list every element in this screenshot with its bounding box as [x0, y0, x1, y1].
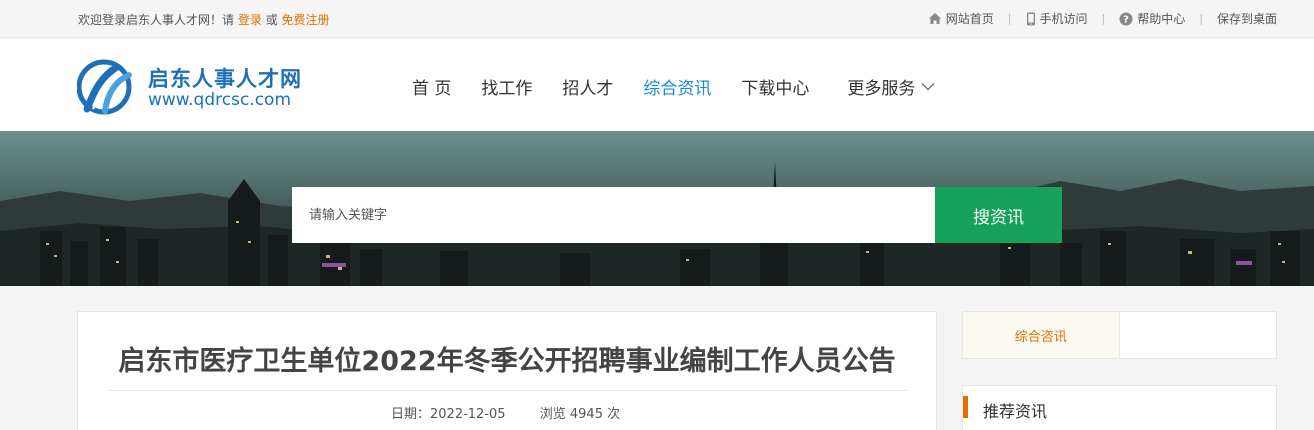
help-icon: ?: [1119, 12, 1133, 25]
date-label: 日期：: [391, 407, 431, 422]
register-link[interactable]: 免费注册: [282, 13, 330, 27]
divider: |: [1101, 12, 1106, 25]
save-to-desktop-link[interactable]: 保存到桌面: [1217, 10, 1277, 27]
nav-find-job[interactable]: 找工作: [481, 74, 532, 99]
help-center-link[interactable]: ? 帮助中心: [1119, 10, 1185, 27]
main-nav: 首 页 找工作 招人才 综合资讯 下载中心 更多服务: [412, 74, 935, 99]
recommended-news-panel: 推荐资讯: [962, 385, 1277, 430]
search-button[interactable]: 搜资讯: [935, 187, 1062, 243]
article-card: 启东市医疗卫生单位2022年冬季公开招聘事业编制工作人员公告 日期：2022-1…: [77, 311, 937, 430]
divider: |: [1007, 12, 1012, 25]
mobile-phone-icon: [1026, 12, 1035, 25]
nav-home[interactable]: 首 页: [412, 74, 451, 99]
sidebar-tabs: 综合咨讯: [962, 311, 1277, 359]
chevron-down-icon: [921, 82, 935, 91]
view-count: 4945: [569, 407, 603, 422]
top-links: 网站首页 | 手机访问 | ? 帮助中心 | 保存到桌面: [928, 10, 1277, 27]
login-link[interactable]: 登录: [238, 13, 262, 27]
site-header: 启东人事人才网 www.qdrcsc.com 首 页 找工作 招人才 综合资讯 …: [0, 39, 1314, 131]
help-center-label: 帮助中心: [1137, 12, 1186, 26]
top-bar: 欢迎登录启东人事人才网！请 登录 或 免费注册 网站首页 | 手机访问 | ? …: [0, 0, 1314, 38]
article-title: 启东市医疗卫生单位2022年冬季公开招聘事业编制工作人员公告: [118, 346, 896, 377]
welcome-text: 欢迎登录启东人事人才网！请: [78, 13, 235, 27]
nav-recruit[interactable]: 招人才: [562, 74, 613, 99]
views-unit: 次: [607, 407, 621, 422]
divider: |: [1199, 12, 1203, 25]
mobile-access-label: 手机访问: [1039, 12, 1088, 26]
article-meta: 日期：2022-12-05 浏览 4945 次: [391, 403, 620, 422]
welcome-message: 欢迎登录启东人事人才网！请 登录 或 免费注册: [78, 11, 330, 28]
section-marker: [963, 396, 968, 418]
search-banner: 搜资讯: [0, 131, 1314, 286]
site-home-label: 网站首页: [945, 12, 994, 26]
or-text: 或: [265, 13, 278, 27]
site-home-link[interactable]: 网站首页: [928, 10, 994, 27]
search-input[interactable]: [292, 187, 935, 243]
divider: [108, 390, 908, 391]
nav-news[interactable]: 综合资讯: [643, 74, 711, 99]
nav-more-label: 更多服务: [847, 79, 916, 99]
mobile-access-link[interactable]: 手机访问: [1026, 10, 1088, 27]
logo-site-name: 启东人事人才网: [148, 67, 302, 91]
logo-site-url: www.qdrcsc.com: [148, 90, 292, 110]
recommended-news-title: 推荐资讯: [983, 402, 1048, 421]
nav-download[interactable]: 下载中心: [741, 74, 809, 99]
nav-more-services[interactable]: 更多服务: [847, 74, 935, 99]
tab-news[interactable]: 综合咨讯: [963, 312, 1120, 358]
svg-text:?: ?: [1123, 14, 1129, 25]
home-icon: [928, 13, 941, 24]
views-label: 浏览: [539, 407, 566, 422]
publish-date: 2022-12-05: [430, 407, 506, 422]
site-logo[interactable]: 启东人事人才网 www.qdrcsc.com: [77, 59, 317, 115]
tab-empty[interactable]: [1120, 312, 1277, 358]
logo-mark-icon: [77, 59, 132, 115]
